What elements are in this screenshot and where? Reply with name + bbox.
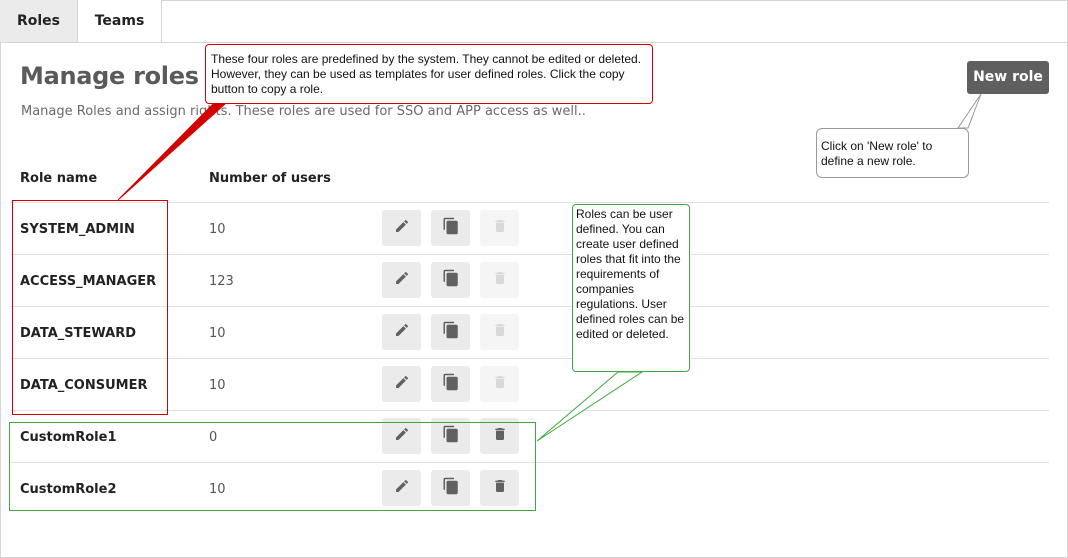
user-count: 123: [209, 274, 234, 289]
trash-icon: [492, 270, 508, 291]
copy-role-button[interactable]: [431, 210, 470, 246]
new-role-button[interactable]: New role: [967, 61, 1049, 94]
edit-role-button[interactable]: [382, 314, 421, 350]
user-count: 10: [209, 378, 226, 393]
pencil-icon: [394, 218, 410, 239]
column-header-role-name: Role name: [20, 171, 98, 186]
edit-role-button[interactable]: [382, 262, 421, 298]
tab-teams[interactable]: Teams: [78, 0, 162, 42]
trash-icon: [492, 374, 508, 395]
copy-icon: [442, 217, 460, 240]
edit-role-button[interactable]: [382, 210, 421, 246]
pencil-icon: [394, 322, 410, 343]
copy-icon: [442, 269, 460, 292]
delete-role-button: [480, 262, 519, 298]
copy-icon: [442, 373, 460, 396]
delete-role-button: [480, 314, 519, 350]
copy-icon: [442, 321, 460, 344]
copy-role-button[interactable]: [431, 262, 470, 298]
copy-role-button[interactable]: [431, 366, 470, 402]
trash-icon: [492, 218, 508, 239]
user-defined-roles-callout: Roles can be user defined. You can creat…: [572, 204, 690, 372]
pencil-icon: [394, 270, 410, 291]
user-count: 10: [209, 326, 226, 341]
page-title: Manage roles: [20, 62, 199, 90]
copy-role-button[interactable]: [431, 314, 470, 350]
predefined-roles-callout: These four roles are predefined by the s…: [205, 44, 653, 104]
tab-roles[interactable]: Roles: [0, 0, 78, 42]
page-subtitle: Manage Roles and assign rights. These ro…: [21, 104, 586, 119]
custom-roles-highlight: [9, 422, 536, 511]
new-role-callout: Click on 'New role' to define a new role…: [816, 128, 969, 178]
trash-icon: [492, 322, 508, 343]
user-count: 10: [209, 222, 226, 237]
delete-role-button: [480, 210, 519, 246]
edit-role-button[interactable]: [382, 366, 421, 402]
tab-bar: Roles Teams: [0, 0, 1068, 43]
pencil-icon: [394, 374, 410, 395]
delete-role-button: [480, 366, 519, 402]
column-header-number-of-users: Number of users: [209, 171, 331, 186]
predefined-roles-highlight: [12, 200, 168, 415]
